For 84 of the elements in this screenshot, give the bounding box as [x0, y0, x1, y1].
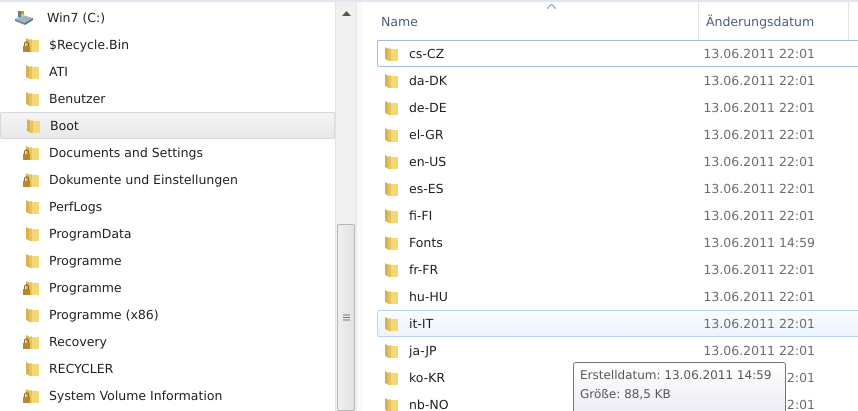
tree-item[interactable]: Win7 (C:)	[0, 4, 335, 31]
folder-icon	[382, 126, 400, 142]
file-row[interactable]: it-IT 13.06.2011 22:01	[377, 310, 858, 337]
tree-item-label: Programme	[49, 280, 122, 295]
scrollbar[interactable]	[335, 2, 356, 411]
tree-item[interactable]: ATI	[0, 58, 335, 85]
tree-item-label: Programme (x86)	[49, 307, 159, 322]
drive-icon	[14, 10, 34, 24]
folder-icon	[382, 154, 400, 170]
date-cell: 13.06.2011 22:01	[703, 181, 815, 196]
scroll-thumb[interactable]	[337, 224, 355, 411]
tree-item[interactable]: Programme	[0, 274, 335, 301]
tree-item-label: Win7 (C:)	[47, 10, 106, 25]
file-name: it-IT	[409, 316, 434, 331]
tree-item[interactable]: $Recycle.Bin	[0, 31, 335, 58]
date-cell: 13.06.2011 22:01	[703, 208, 815, 223]
file-name: es-ES	[409, 181, 444, 196]
date-cell: 13.06.2011 14:59	[703, 235, 815, 250]
folder-icon	[382, 180, 400, 196]
column-header[interactable]: Name	[377, 2, 699, 40]
folder-icon	[382, 342, 400, 358]
tree-item[interactable]: System Volume Information	[0, 382, 335, 409]
file-name: da-DK	[409, 73, 447, 88]
file-row[interactable]: cs-CZ 13.06.2011 22:01	[377, 40, 858, 67]
date-cell: 13.06.2011 22:01	[703, 100, 815, 115]
scroll-up-icon[interactable]	[342, 11, 350, 16]
tree-item-label: ATI	[49, 64, 68, 79]
column-header[interactable]: Änderungsdatum	[699, 2, 849, 40]
file-name: en-US	[409, 154, 446, 169]
pane-splitter[interactable]	[356, 2, 363, 411]
grip-icon	[342, 314, 350, 321]
tree-item-label: $Recycle.Bin	[49, 37, 130, 52]
file-name: fi-FI	[409, 208, 432, 223]
file-name: nb-NO	[409, 397, 449, 411]
tree-item-label: Documents and Settings	[49, 145, 204, 160]
tree-item[interactable]: Dokumente und Einstellungen	[0, 166, 335, 193]
folder-icon	[382, 262, 400, 278]
folder-icon	[382, 46, 400, 62]
folder-icon	[382, 208, 400, 224]
tree-item[interactable]: PerfLogs	[0, 193, 335, 220]
file-name: de-DE	[409, 100, 447, 115]
tree-item[interactable]: Recovery	[0, 328, 335, 355]
tree-item-label: Dokumente und Einstellungen	[49, 172, 238, 187]
date-cell: 13.06.2011 22:01	[703, 289, 815, 304]
tooltip-line: Erstelldatum: 13.06.2011 14:59	[580, 367, 772, 384]
tree-item[interactable]: Documents and Settings	[0, 139, 335, 166]
date-cell: 13.06.2011 22:01	[703, 127, 815, 142]
file-name: hu-HU	[409, 289, 448, 304]
tree-item[interactable]: ProgramData	[0, 220, 335, 247]
file-name: el-GR	[409, 127, 444, 142]
date-cell: 13.06.2011 22:01	[703, 46, 815, 61]
date-cell: 2:01	[786, 397, 815, 411]
folder-icon	[382, 72, 400, 88]
date-cell: 13.06.2011 22:01	[703, 262, 815, 277]
tree-item[interactable]: Boot	[0, 112, 335, 139]
date-cell: 13.06.2011 22:01	[703, 154, 815, 169]
folder-icon	[382, 100, 400, 116]
tree-item-label: Programme	[49, 253, 122, 268]
file-name: ja-JP	[409, 343, 437, 358]
folder-icon	[382, 288, 400, 304]
date-cell: 13.06.2011 22:01	[703, 73, 815, 88]
file-name: cs-CZ	[409, 46, 444, 61]
folder-icon	[382, 396, 400, 411]
tree-item-label: ProgramData	[49, 226, 132, 241]
tree-item-label: Recovery	[49, 334, 107, 349]
tree-item-label: PerfLogs	[49, 199, 102, 214]
tree-item[interactable]: Benutzer	[0, 85, 335, 112]
tree-item[interactable]: RECYCLER	[0, 355, 335, 382]
tree-item[interactable]: Programme (x86)	[0, 301, 335, 328]
tree-item-label: Benutzer	[49, 91, 106, 106]
date-cell: 13.06.2011 22:01	[703, 316, 815, 331]
file-name: fr-FR	[409, 262, 438, 277]
tooltip-line: Größe: 88,5 KB	[580, 386, 672, 403]
tree-item-label: RECYCLER	[49, 361, 114, 376]
file-name: Fonts	[409, 235, 443, 250]
tree-item[interactable]: Programme	[0, 247, 335, 274]
date-cell: 2:01	[786, 370, 815, 385]
file-name: ko-KR	[409, 370, 446, 385]
folder-icon	[382, 370, 400, 386]
folder-icon	[382, 234, 400, 250]
folder-icon	[382, 316, 400, 332]
tree-item-label: Boot	[50, 118, 79, 133]
date-cell: 13.06.2011 22:01	[703, 343, 815, 358]
tree-item-label: System Volume Information	[49, 388, 222, 403]
